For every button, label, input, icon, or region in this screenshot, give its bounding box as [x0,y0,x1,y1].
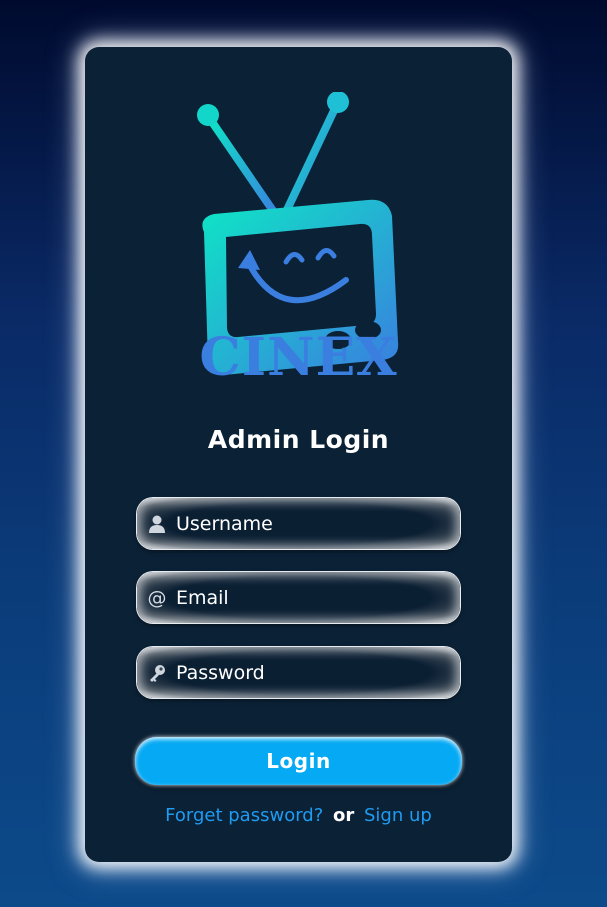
or-text: or [333,805,355,826]
at-icon: @ [147,586,167,609]
password-field[interactable] [137,647,460,698]
page-title: Admin Login [207,425,390,454]
forgot-password-link[interactable]: Forget password? [165,805,323,826]
sign-up-link[interactable]: Sign up [364,805,432,826]
username-input[interactable] [176,512,436,535]
login-button[interactable]: Login [135,737,462,785]
key-icon [146,662,168,684]
footer-links: Forget password? or Sign up [85,805,512,826]
brand-name: CINEX [199,327,398,388]
username-field[interactable] [137,498,460,549]
email-field[interactable]: @ [137,572,460,623]
user-icon [146,513,168,535]
login-card: CINEX Admin Login @ Login Forget passwor… [85,47,512,862]
email-input[interactable] [176,586,436,609]
password-input[interactable] [176,661,436,684]
